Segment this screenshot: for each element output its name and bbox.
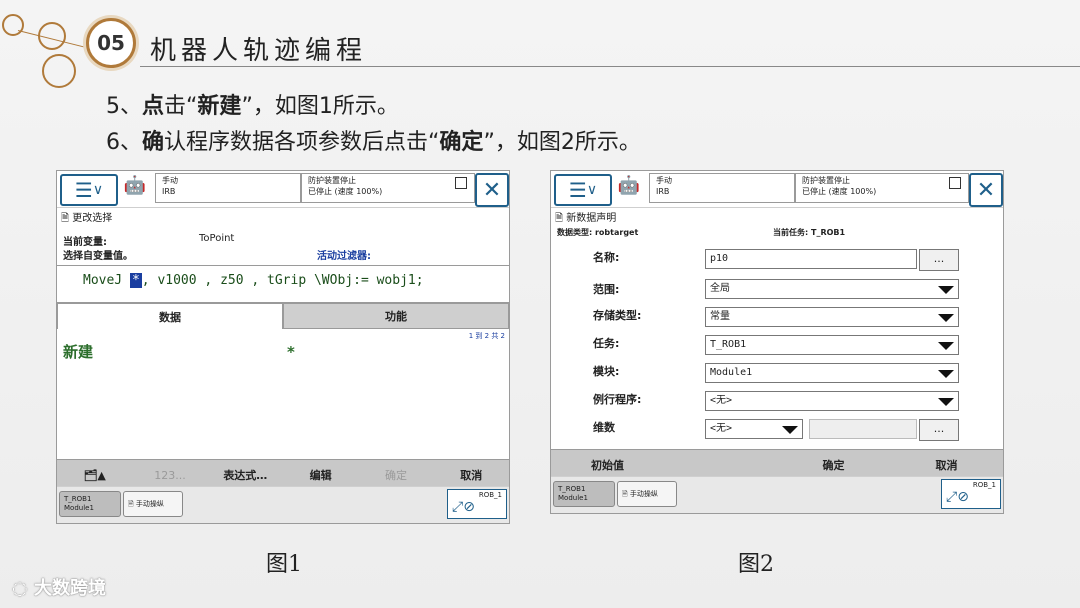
status-state: 防护装置停止 已停止 (速度 100%) [795,173,969,203]
storage-label: 存储类型: [593,309,642,322]
caption-fig2: 图2 [738,552,774,577]
select-label: 选择自变量值。 [63,251,133,262]
hamburger-icon: ☰ [568,178,587,202]
dropdown-arrow-icon [938,342,954,350]
robot-icon: 🤖 [123,175,147,196]
task-t-rob1[interactable]: T_ROB1 Module1 [553,481,615,507]
breadcrumb: 🗎 更改选择 [61,213,113,224]
menu-button[interactable]: ☰ ∨ [60,174,118,206]
status-mode: 手动 IRB [155,173,301,203]
hamburger-icon: ☰ [74,178,93,202]
dimension-value-field [809,419,917,439]
scope-label: 范围: [593,283,620,296]
figure2-flexpendant: ☰ ∨ 🤖 手动 IRB 防护装置停止 已停止 (速度 100%) ✕ 🗎 新数据声明… [550,170,1004,514]
status-state: 防护装置停止 已停止 (速度 100%) [301,173,475,203]
filter-label: 活动过滤器: [317,251,371,262]
dropdown-arrow-icon [938,286,954,294]
dimension-select[interactable]: <无> [705,419,803,439]
figure1-flexpendant: ☰ ∨ 🤖 手动 IRB 防护装置停止 已停止 (速度 100%) ✕ 🗎 更改选择 … [56,170,510,524]
jog-icon: 🗎 [128,500,134,508]
rob-status[interactable]: ROB_1 ⤢⊘ [447,489,507,519]
filter-icon[interactable]: 🗂▲ [57,469,132,482]
storage-select[interactable]: 常量 [705,307,959,327]
expression-button[interactable]: 表达式… [208,467,283,483]
step-5: 5、点击“新建”，如图1所示。 [106,94,399,119]
ok-button[interactable]: 确定 [358,467,433,483]
list-item-star[interactable]: * [287,343,295,361]
datatype-label: 数据类型: robtarget [557,228,639,237]
page-info: 1 到 2 共 2 [468,332,505,340]
axis-icon: ⤢⊘ [452,499,475,515]
axis-icon: ⤢⊘ [946,489,969,505]
taskbar: T_ROB1 Module1 🗎 手动操纵 ROB_1 ⤢⊘ [551,476,1003,513]
chevron-down-icon: ∨ [92,182,104,198]
module-label: 模块: [593,365,620,378]
tab-function[interactable]: 功能 [283,303,509,329]
module-select[interactable]: Module1 [705,363,959,383]
task-jog[interactable]: 🗎 手动操纵 [123,491,183,517]
scope-select[interactable]: 全局 [705,279,959,299]
step-6: 6、确认程序数据各项参数后点击“确定”，如图2所示。 [106,130,641,155]
watermark-logo: ◌ 大数跨境 [12,578,106,599]
top-bar: ☰ ∨ 🤖 手动 IRB 防护装置停止 已停止 (速度 100%) ✕ [551,171,1003,208]
name-keyboard-button[interactable]: ... [919,249,959,271]
dimension-label: 维数 [593,421,615,434]
instruction-line[interactable]: MoveJ *, v1000 , z50 , tGrip \WObj:= wob… [57,265,509,303]
decor-circle [42,54,76,88]
robot-icon: 🤖 [617,175,641,196]
dropdown-arrow-icon [938,370,954,378]
name-label: 名称: [593,251,620,264]
dropdown-arrow-icon [938,314,954,322]
dimension-keyboard-button[interactable]: ... [919,419,959,441]
tab-bar: 数据 功能 [57,303,509,329]
menu-button[interactable]: ☰ ∨ [554,174,612,206]
cancel-button[interactable]: 取消 [890,457,1003,473]
page-title: 机器人轨迹编程 [150,36,368,66]
edit-button[interactable]: 编辑 [283,467,358,483]
current-var-label: 当前变量: [63,237,107,248]
status-icon [949,177,961,189]
breadcrumb: 🗎 新数据声明 [555,213,617,224]
dropdown-arrow-icon [938,398,954,406]
close-button[interactable]: ✕ [475,173,509,207]
jog-icon: 🗎 [622,490,628,498]
chevron-down-icon: ∨ [586,182,598,198]
tab-data[interactable]: 数据 [57,303,283,329]
current-var-value: ToPoint [199,233,235,244]
caption-fig1: 图1 [266,552,302,577]
section-badge: 05 [86,18,136,68]
divider [140,66,1080,67]
close-icon: ✕ [482,177,502,203]
task-jog[interactable]: 🗎 手动操纵 [617,481,677,507]
task-t-rob1[interactable]: T_ROB1 Module1 [59,491,121,517]
decor-circle [2,14,24,36]
list-item-new[interactable]: 新建 [63,341,93,362]
routine-select[interactable]: <无> [705,391,959,411]
cancel-button[interactable]: 取消 [434,467,509,483]
routine-label: 例行程序: [593,393,642,406]
status-mode: 手动 IRB [649,173,795,203]
taskbar: T_ROB1 Module1 🗎 手动操纵 ROB_1 ⤢⊘ [57,486,509,523]
task-select[interactable]: T_ROB1 [705,335,959,355]
task-field-label: 任务: [593,337,620,350]
status-icon [455,177,467,189]
name-field[interactable]: p10 [705,249,917,269]
argument-cursor[interactable]: * [129,273,142,288]
dropdown-arrow-icon [782,426,798,434]
task-label: 当前任务: T_ROB1 [773,228,846,237]
ok-button[interactable]: 确定 [777,457,890,473]
initial-value-button[interactable]: 初始值 [551,457,664,473]
close-icon: ✕ [976,177,996,203]
num-button[interactable]: 123... [132,469,207,482]
top-bar: ☰ ∨ 🤖 手动 IRB 防护装置停止 已停止 (速度 100%) ✕ [57,171,509,208]
rob-status[interactable]: ROB_1 ⤢⊘ [941,479,1001,509]
close-button[interactable]: ✕ [969,173,1003,207]
